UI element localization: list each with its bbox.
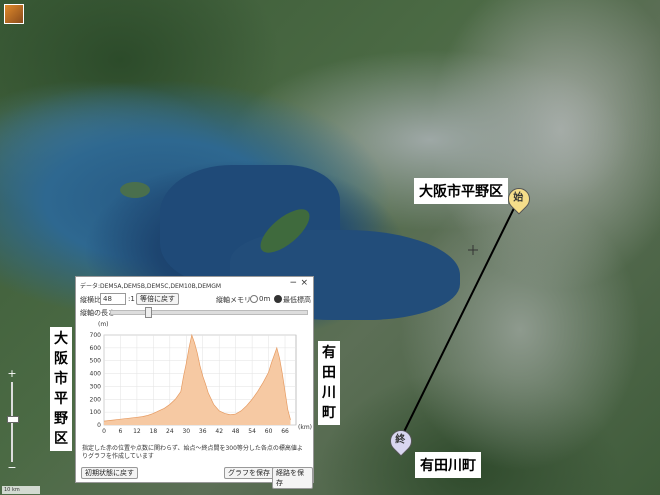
vertical-label-char: 市 [54, 371, 68, 387]
vertical-label-char: 町 [322, 405, 336, 421]
save-graph-button[interactable]: グラフを保存 [224, 467, 274, 479]
data-source-text: データ:DEM5A,DEM5B,DEM5C,DEM10B,DEMGM [80, 283, 222, 290]
y-tick-label: 500 [90, 358, 102, 365]
vertical-label-char: 大 [54, 331, 68, 347]
x-tick-label: 36 [199, 428, 207, 435]
x-tick-label: 6 [119, 428, 123, 435]
close-button[interactable]: × [300, 278, 308, 288]
reset-button[interactable]: 初期状態に戻す [81, 467, 138, 479]
start-vertical-label: 大阪市平野区 [50, 327, 72, 451]
y-tick-label: 0 [97, 422, 101, 429]
vertical-label-char: 有 [322, 345, 336, 361]
x-tick-label: 30 [182, 428, 190, 435]
axis-length-slider[interactable] [110, 310, 308, 315]
radio-zero[interactable] [250, 295, 258, 303]
reset-ratio-button[interactable]: 等倍に戻す [136, 293, 179, 305]
y-tick-label: 200 [90, 396, 102, 403]
y-tick-label: 600 [90, 345, 102, 352]
end-place-label: 有田川町 [415, 452, 481, 478]
x-tick-label: 54 [248, 428, 256, 435]
x-tick-label: 12 [133, 428, 141, 435]
ratio-input[interactable]: 48 [100, 293, 126, 305]
elevation-profile-panel: データ:DEM5A,DEM5B,DEM5C,DEM10B,DEMGM − × 縦… [75, 276, 314, 489]
vertical-label-char: 阪 [54, 351, 68, 367]
vertical-label-char: 平 [54, 391, 68, 407]
x-tick-label: 18 [150, 428, 158, 435]
scale-bar: 10 km [2, 486, 40, 494]
radio-min-label: 最低標高 [283, 296, 311, 304]
end-vertical-label: 有田川町 [318, 341, 340, 425]
vertical-label-char: 川 [322, 385, 336, 401]
x-tick-label: 24 [166, 428, 174, 435]
radio-min[interactable] [274, 295, 282, 303]
minimize-button[interactable]: − [289, 278, 297, 288]
ratio-suffix: :1 [128, 295, 135, 303]
y-tick-label: 400 [90, 371, 102, 378]
x-tick-label: 60 [265, 428, 273, 435]
x-tick-label: 0 [102, 428, 106, 435]
radio-zero-label: 0m [259, 295, 271, 303]
vertical-label-char: 区 [54, 431, 68, 447]
zoom-control[interactable]: + − [5, 368, 19, 476]
zoom-in-button[interactable]: + [5, 368, 19, 380]
y-tick-label: 100 [90, 409, 102, 416]
start-place-label: 大阪市平野区 [414, 178, 508, 204]
y-tick-label: 700 [90, 332, 102, 339]
vertical-label-char: 野 [54, 411, 68, 427]
ratio-label: 縦横比 [80, 296, 101, 304]
zoom-out-button[interactable]: − [5, 462, 19, 474]
description-text: 指定した赤の位置や点数に関わらず、始点〜終点間を300等分した各点の標高値よりグ… [82, 445, 303, 460]
zoom-handle[interactable] [7, 416, 19, 423]
y-tick-label: 300 [90, 383, 102, 390]
axis-memory-label: 縦軸メモリ [216, 296, 251, 304]
vertical-label-char: 田 [322, 365, 336, 381]
x-tick-label: 66 [281, 428, 289, 435]
axis-length-handle[interactable] [145, 307, 152, 318]
elevation-chart: 0 100 200 300 400 500 600 700 0 6 12 18 24 30 36 42 48 54… [90, 332, 297, 435]
x-tick-label: 48 [232, 428, 240, 435]
x-tick-label: 42 [215, 428, 223, 435]
save-route-button[interactable]: 経路を保存 [272, 467, 313, 489]
